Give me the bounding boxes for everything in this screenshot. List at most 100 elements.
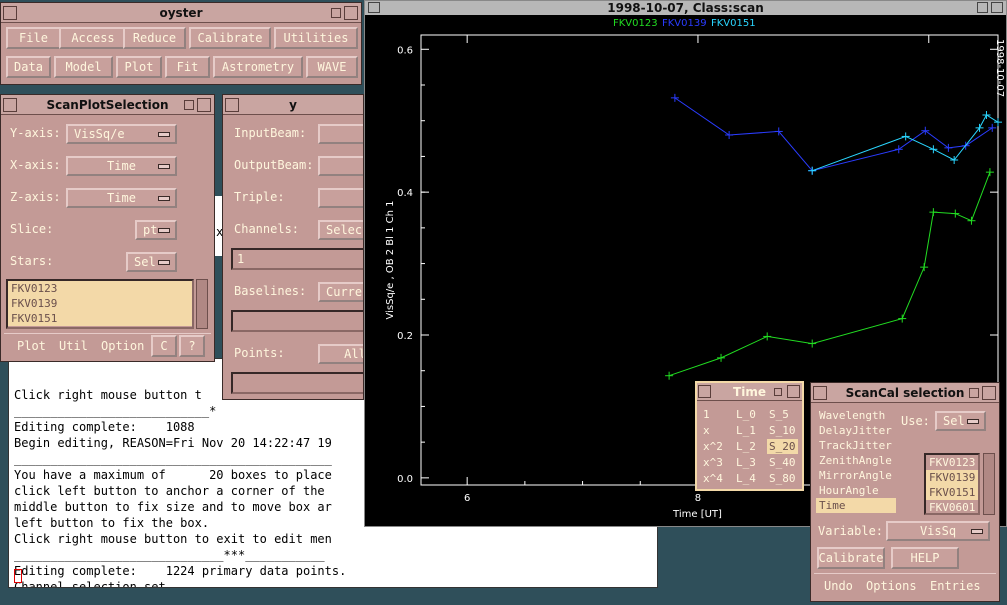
list-item[interactable]: FKV0139 [8, 296, 192, 311]
menu-utilities[interactable]: Utilities [274, 27, 358, 49]
fit-option[interactable]: L_2 [734, 439, 765, 454]
minimize-icon[interactable] [331, 8, 341, 18]
baselines-select[interactable]: Curre [318, 282, 363, 302]
c-button[interactable]: C [151, 335, 177, 357]
fit-option[interactable]: x^3 [701, 455, 732, 470]
minimize-icon[interactable] [774, 388, 782, 396]
minimize-icon[interactable] [969, 388, 979, 398]
stars-list[interactable]: FKV0123 FKV0139 FKV0151 [6, 279, 194, 329]
menu-reduce[interactable]: Reduce [123, 27, 186, 49]
scancal-stars-items: FKV0123 FKV0139 FKV0151 FKV0601 [926, 455, 978, 515]
maximize-icon[interactable] [982, 386, 996, 400]
util-menu[interactable]: Util [59, 339, 88, 353]
fit-option[interactable]: S_10 [767, 423, 798, 438]
oyster-titlebar[interactable]: oyster [1, 3, 361, 23]
fit-option[interactable]: L_0 [734, 407, 765, 422]
help-button[interactable]: HELP [891, 547, 959, 569]
parameter-item[interactable]: Wavelength [816, 408, 896, 423]
option-menu[interactable]: Option [101, 339, 144, 353]
parameter-item[interactable]: HourAngle [816, 483, 896, 498]
scanplot-titlebar[interactable]: ScanPlotSelection [1, 95, 214, 115]
stars-select[interactable]: Sel [126, 252, 177, 272]
xaxis-select[interactable]: Time [66, 156, 177, 176]
time-titlebar[interactable]: Time [697, 383, 802, 401]
scancal-stars-list[interactable]: FKV0123 FKV0139 FKV0151 FKV0601 [924, 453, 980, 515]
inputbeam-select[interactable] [318, 124, 363, 144]
list-item[interactable]: FKV0123 [8, 281, 192, 296]
fit-option[interactable]: S_5 [767, 407, 798, 422]
menu-access[interactable]: Access [59, 27, 127, 49]
maximize-icon[interactable] [344, 6, 358, 20]
maximize-icon[interactable] [787, 385, 800, 398]
parameter-item[interactable]: Time [816, 498, 896, 513]
fit-option[interactable]: 1 [701, 407, 732, 422]
plot-titlebar[interactable]: 1998-10-07, Class:scan [365, 1, 1006, 15]
maximize-icon[interactable] [991, 2, 1003, 13]
legend-entry: FKV0123 [613, 18, 658, 29]
scancal-titlebar[interactable]: ScanCal selection [811, 383, 999, 403]
help-button[interactable]: ? [179, 335, 205, 357]
options-menu[interactable]: Options [866, 579, 917, 593]
zaxis-select[interactable]: Time [66, 188, 177, 208]
parameter-list[interactable]: Wavelength DelayJitter TrackJitter ZenithAn… [816, 408, 896, 513]
calibrate-button[interactable]: Calibrate [817, 547, 885, 569]
fit-option[interactable]: L_3 [734, 455, 765, 470]
fit-option[interactable]: S_40 [767, 455, 798, 470]
fit-option[interactable]: S_20 [767, 439, 798, 454]
window-menu-icon[interactable] [3, 98, 17, 112]
window-menu-icon[interactable] [3, 6, 17, 20]
slice-select[interactable]: pt [135, 220, 177, 240]
list-item[interactable]: FKV0151 [8, 311, 192, 326]
minimize-icon[interactable] [184, 100, 194, 110]
window-menu-icon[interactable] [698, 385, 711, 398]
stars-scrollbar[interactable] [196, 279, 208, 329]
y-titlebar[interactable]: y [223, 95, 363, 115]
outputbeam-label: OutputBeam: [234, 158, 314, 172]
fit-option[interactable]: S_80 [767, 471, 798, 486]
outputbeam-select[interactable] [318, 156, 363, 176]
fit-option[interactable]: x^4 [701, 471, 732, 486]
use-select[interactable]: Sel [935, 411, 986, 431]
list-item[interactable]: FKV0139 [926, 470, 978, 485]
maximize-icon[interactable] [197, 98, 211, 112]
fit-option[interactable]: x [701, 423, 732, 438]
menu-file[interactable]: File [6, 27, 61, 49]
scancal-stars-scrollbar[interactable] [983, 453, 995, 515]
variable-select[interactable]: VisSq [886, 521, 990, 541]
window-menu-icon[interactable] [225, 98, 239, 112]
parameter-item[interactable]: MirrorAngle [816, 468, 896, 483]
window-menu-icon[interactable] [813, 386, 827, 400]
list-item[interactable]: FKV0601 [926, 500, 978, 515]
minimize-icon[interactable] [977, 2, 988, 13]
points-input[interactable] [231, 372, 363, 394]
channels-input[interactable]: 1 [231, 248, 363, 270]
fit-option[interactable]: x^2 [701, 439, 732, 454]
option-menu-icon [158, 164, 170, 169]
window-menu-icon[interactable] [368, 2, 380, 13]
undo-menu[interactable]: Undo [824, 579, 853, 593]
fit-option[interactable]: L_1 [734, 423, 765, 438]
menu-wave[interactable]: WAVE [306, 56, 358, 78]
data-point [717, 353, 726, 362]
triple-select[interactable] [318, 188, 363, 208]
yaxis-select[interactable]: VisSq/e [66, 124, 177, 144]
terminal-line: Click right mouse button to exit to edit… [14, 532, 332, 546]
menu-plot[interactable]: Plot [116, 56, 162, 78]
list-item[interactable]: FKV0151 [926, 485, 978, 500]
parameter-item[interactable]: DelayJitter [816, 423, 896, 438]
menu-astrometry[interactable]: Astrometry [213, 56, 303, 78]
parameter-item[interactable]: ZenithAngle [816, 453, 896, 468]
menu-model[interactable]: Model [54, 56, 113, 78]
baselines-input[interactable] [231, 310, 363, 332]
channels-select[interactable]: Select [318, 220, 363, 240]
list-item[interactable]: FKV0123 [926, 455, 978, 470]
menu-fit[interactable]: Fit [165, 56, 210, 78]
menu-calibrate[interactable]: Calibrate [189, 27, 271, 49]
points-select[interactable]: All [318, 344, 363, 364]
data-point [763, 332, 772, 341]
parameter-item[interactable]: TrackJitter [816, 438, 896, 453]
fit-option[interactable]: L_4 [734, 471, 765, 486]
entries-menu[interactable]: Entries [930, 579, 981, 593]
menu-data[interactable]: Data [6, 56, 51, 78]
plot-menu[interactable]: Plot [17, 339, 46, 353]
